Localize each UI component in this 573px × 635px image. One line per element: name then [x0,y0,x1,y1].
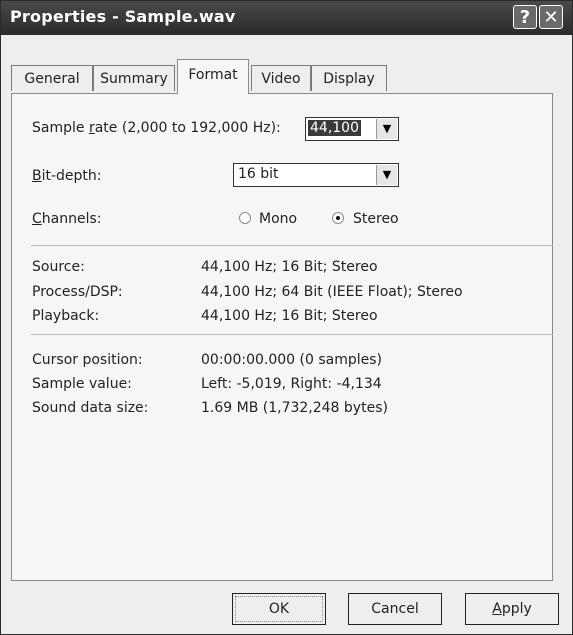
apply-button[interactable]: Apply [465,593,559,625]
tab-video[interactable]: Video [251,65,311,91]
tab-summary[interactable]: Summary [93,65,175,91]
sample-value-label: Sample value: [32,376,132,392]
tab-display[interactable]: Display [311,65,387,91]
process-dsp-label: Process/DSP: [32,284,123,300]
playback-value: 44,100 Hz; 16 Bit; Stereo [201,308,378,324]
chevron-down-icon[interactable]: ▼ [376,119,397,139]
source-value: 44,100 Hz; 16 Bit; Stereo [201,259,378,275]
sample-rate-combo[interactable]: 44,100 ▼ [305,117,399,141]
sample-rate-label: Sample rate (2,000 to 192,000 Hz): [32,120,281,136]
process-dsp-value: 44,100 Hz; 64 Bit (IEEE Float); Stereo [201,284,463,300]
title-bar[interactable]: Properties - Sample.wav ? ✕ [1,1,572,35]
tab-general[interactable]: General [11,65,93,91]
stereo-label[interactable]: Stereo [353,211,399,227]
sample-value-value: Left: -5,019, Right: -4,134 [201,376,382,392]
sound-data-size-value: 1.69 MB (1,732,248 bytes) [201,400,388,416]
ok-button[interactable]: OK [232,593,326,625]
channels-label: Channels: [32,211,102,227]
bit-depth-label: Bit-depth: [32,168,102,184]
tab-format[interactable]: Format [177,59,249,94]
cursor-position-label: Cursor position: [32,352,143,368]
mono-label[interactable]: Mono [259,211,297,227]
sample-rate-value[interactable]: 44,100 [308,120,361,136]
properties-dialog: Properties - Sample.wav ? ✕ General Summ… [0,0,573,635]
chevron-down-icon[interactable]: ▼ [376,165,397,185]
sound-data-size-label: Sound data size: [32,400,149,416]
window-title: Properties - Sample.wav [10,7,236,26]
cancel-button[interactable]: Cancel [348,593,442,625]
help-icon[interactable]: ? [513,5,537,29]
cursor-position-value: 00:00:00.000 (0 samples) [201,352,382,368]
bit-depth-value: 16 bit [238,166,279,182]
separator [31,245,553,246]
source-label: Source: [32,259,85,275]
bit-depth-select[interactable]: 16 bit ▼ [233,163,399,187]
separator [31,334,553,335]
mono-radio[interactable] [239,212,251,224]
playback-label: Playback: [32,308,100,324]
stereo-radio[interactable] [332,212,344,224]
close-icon[interactable]: ✕ [539,5,563,29]
